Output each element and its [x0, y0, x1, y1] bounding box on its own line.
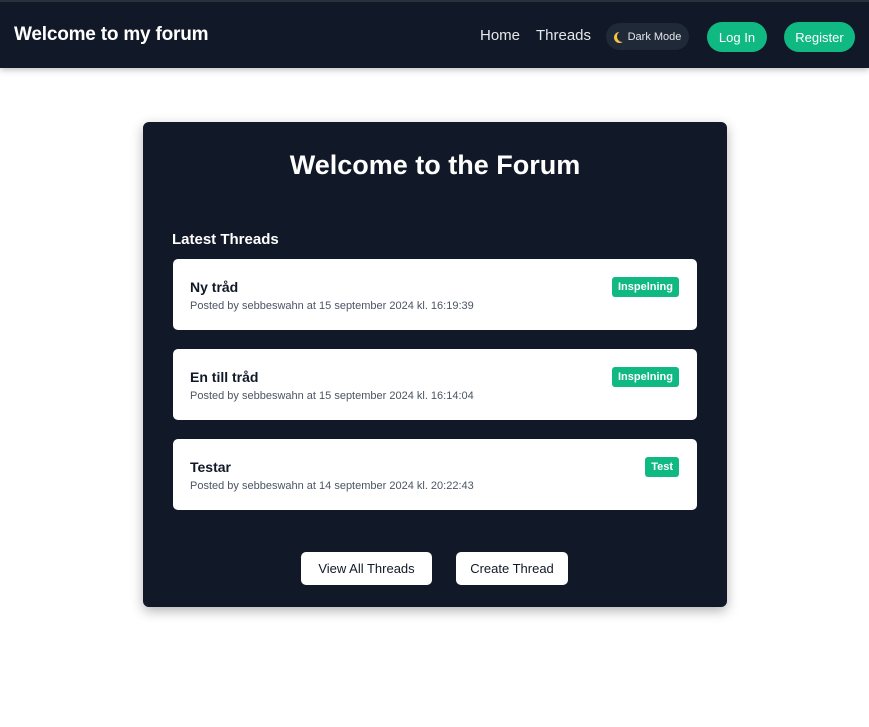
nav-home-link[interactable]: Home — [480, 27, 520, 44]
thread-tag[interactable]: Test — [645, 457, 679, 477]
thread-meta: Posted by sebbeswahn at 15 september 202… — [190, 300, 474, 312]
page-title: Welcome to the Forum — [289, 150, 581, 180]
dark-mode-label: Dark Mode — [627, 30, 682, 43]
view-all-threads-button[interactable]: View All Threads — [301, 552, 432, 585]
navbar: Welcome to my forum Home Threads Dark Mo… — [0, 0, 869, 68]
thread-tag[interactable]: Inspelning — [612, 277, 679, 297]
latest-threads-heading: Latest Threads — [172, 231, 279, 248]
thread-item[interactable]: En till tråd Posted by sebbeswahn at 15 … — [173, 349, 697, 420]
thread-title[interactable]: En till tråd — [190, 369, 258, 385]
dark-mode-toggle[interactable]: Dark Mode — [606, 23, 689, 50]
register-button[interactable]: Register — [784, 22, 855, 52]
site-brand[interactable]: Welcome to my forum — [14, 24, 209, 46]
thread-meta: Posted by sebbeswahn at 15 september 202… — [190, 390, 474, 402]
login-button[interactable]: Log In — [707, 22, 767, 52]
create-thread-button[interactable]: Create Thread — [456, 552, 568, 585]
thread-title[interactable]: Testar — [190, 459, 231, 475]
thread-item[interactable]: Testar Posted by sebbeswahn at 14 septem… — [173, 439, 697, 510]
thread-title[interactable]: Ny tråd — [190, 279, 238, 295]
nav-threads-link[interactable]: Threads — [536, 27, 591, 44]
thread-meta: Posted by sebbeswahn at 14 september 202… — [190, 480, 474, 492]
thread-item[interactable]: Ny tråd Posted by sebbeswahn at 15 septe… — [173, 259, 697, 330]
moon-icon — [617, 31, 628, 42]
thread-tag[interactable]: Inspelning — [612, 367, 679, 387]
forum-card: Welcome to the Forum Latest Threads Ny t… — [143, 122, 727, 607]
